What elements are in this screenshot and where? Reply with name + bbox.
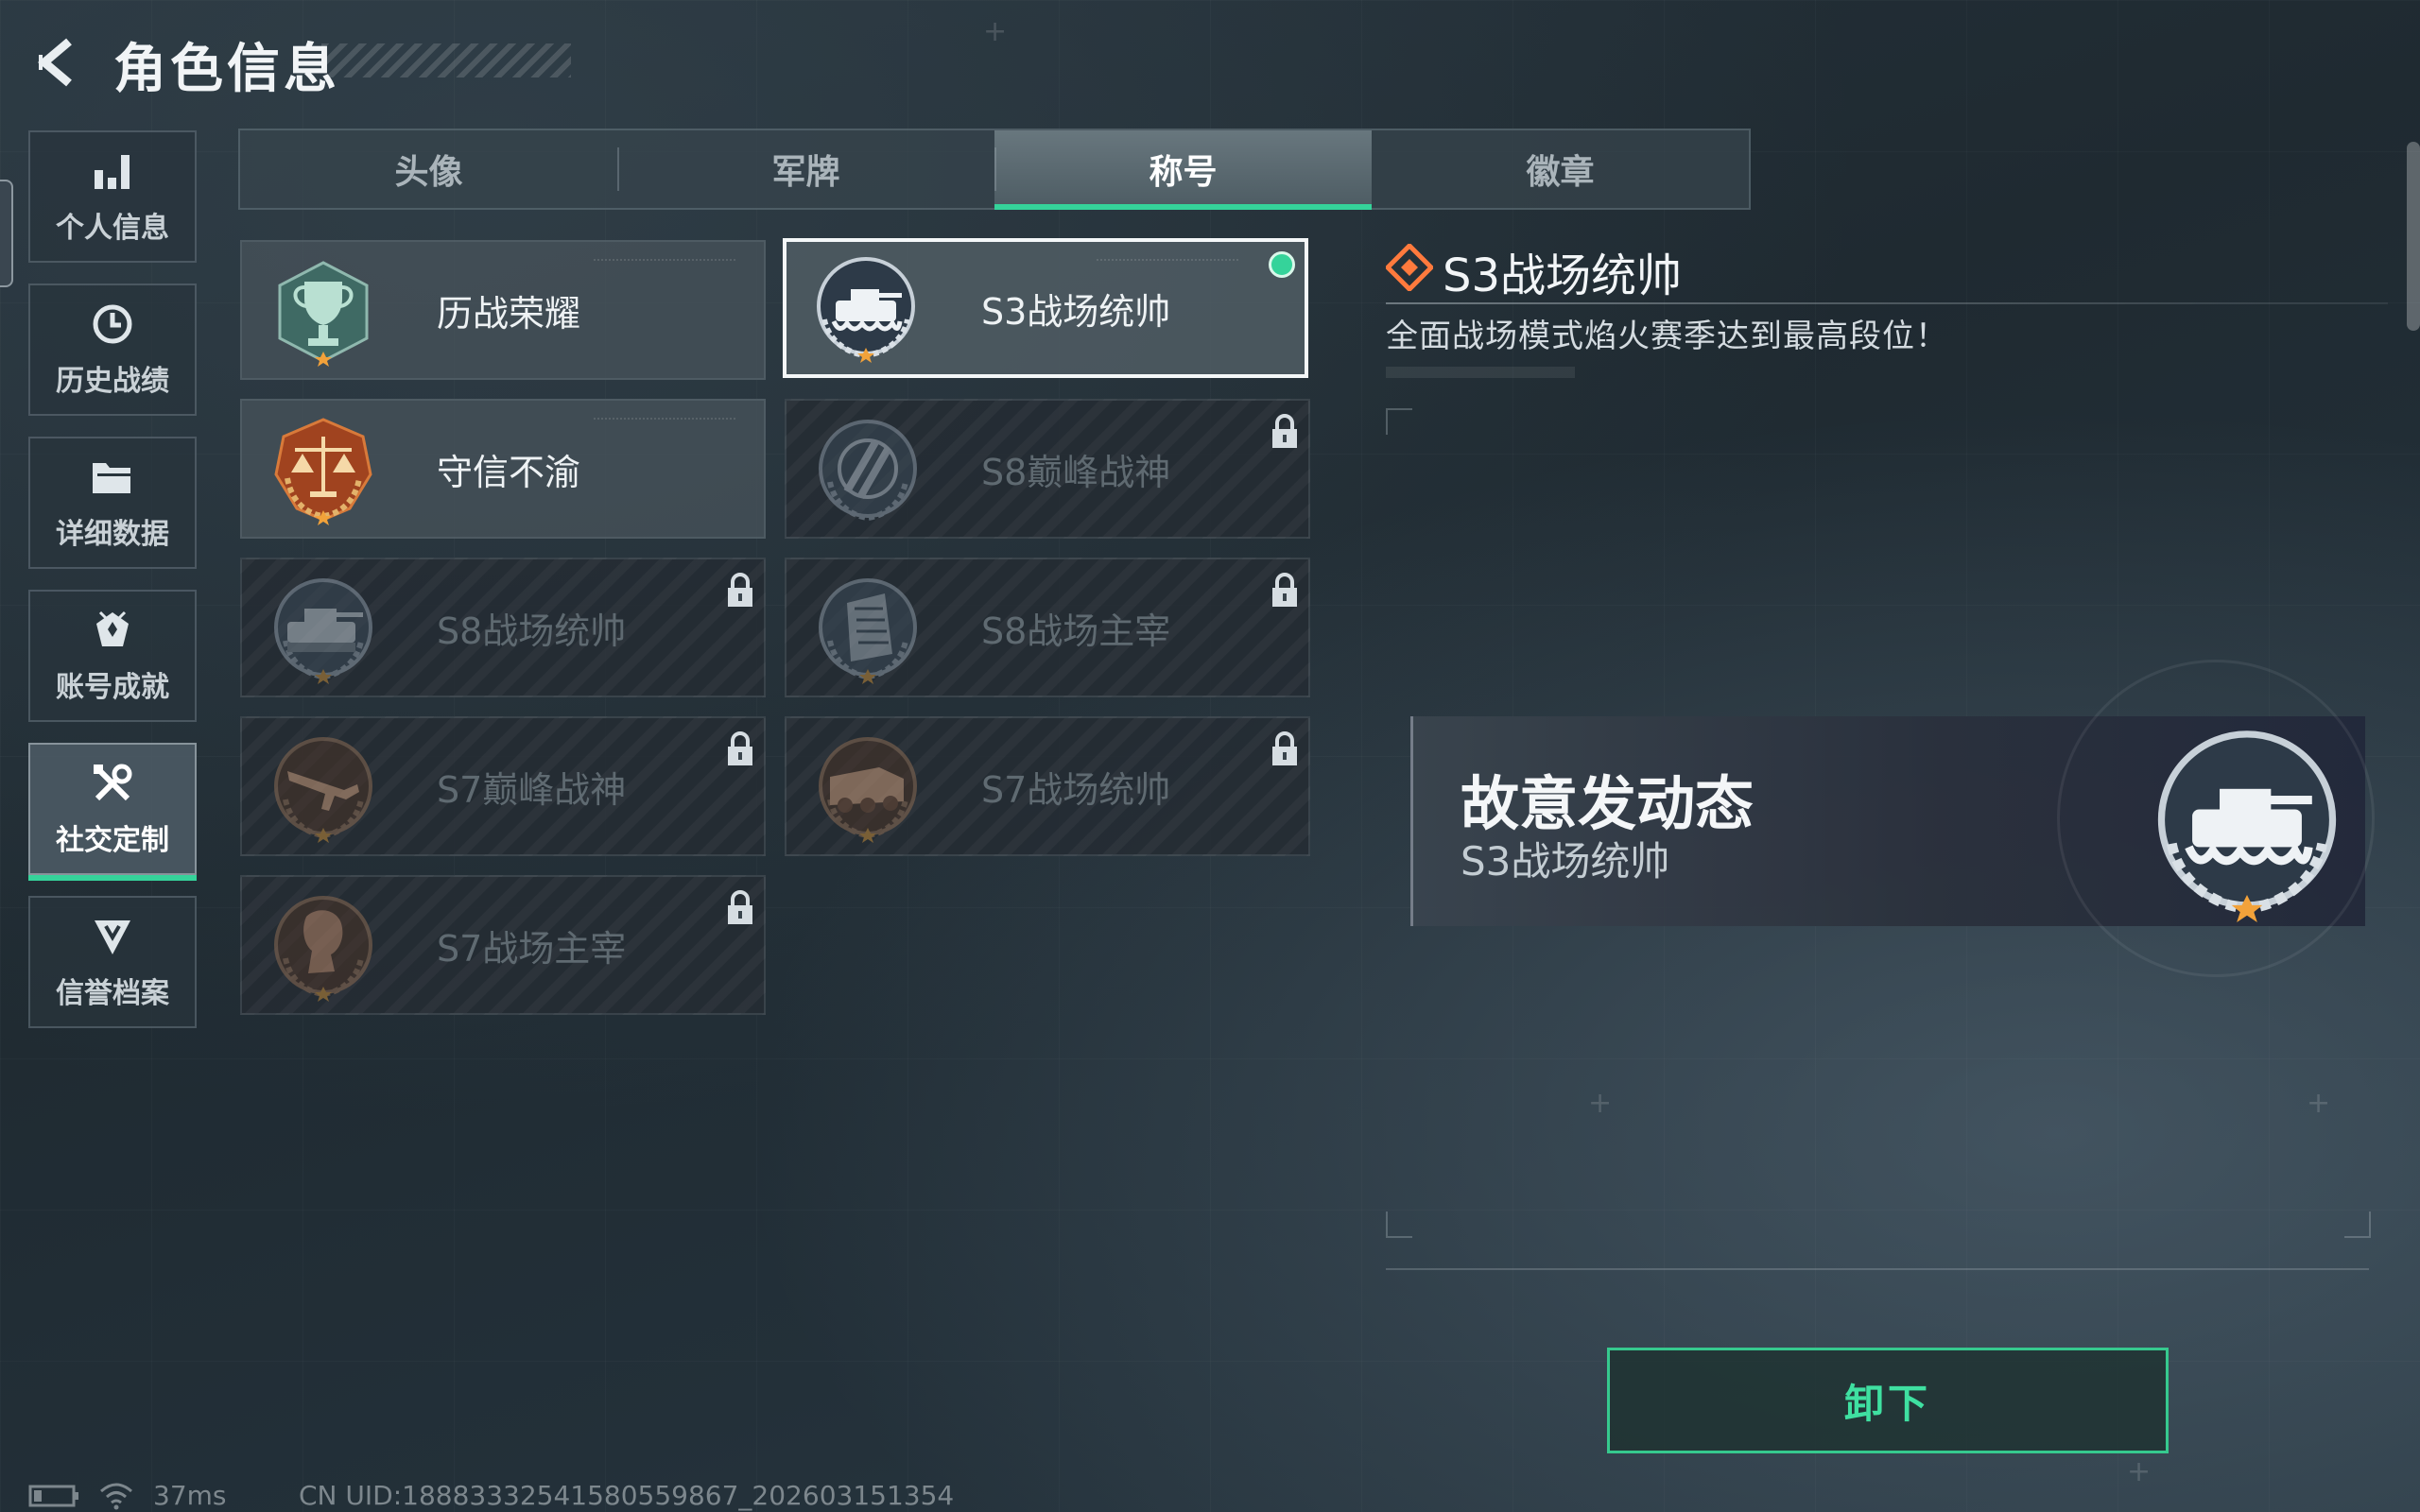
sidebar-item-reputation[interactable]: 信誉档案 <box>28 896 197 1028</box>
rifle-medal-icon <box>274 737 372 843</box>
tank-medal-icon <box>274 578 372 684</box>
vehicle-medal-icon <box>819 737 917 843</box>
tab-title[interactable]: 称号 <box>994 130 1372 210</box>
title-card[interactable]: 历战荣耀 <box>240 240 766 380</box>
title-card-locked[interactable]: S7巅峰战神 <box>240 716 766 856</box>
title-card-locked[interactable]: S7战场统帅 <box>785 716 1310 856</box>
title-card-name: S7战场主宰 <box>437 927 627 970</box>
sidebar-item-label: 信誉档案 <box>56 977 169 1010</box>
detail-description: 全面战场模式焰火赛季达到最高段位！ <box>1386 318 1948 355</box>
sidebar: 个人信息 历史战绩 详细数据 账号成就 社交定制 信誉档案 <box>28 130 200 1049</box>
decor-crosshair: + <box>2127 1455 2152 1488</box>
uid-text: CN UID:18883332541580559867_202603151354 <box>299 1480 955 1511</box>
unequip-button[interactable]: 卸下 <box>1607 1348 2169 1453</box>
trophy-medal-icon <box>278 261 369 367</box>
sidebar-item-achievements[interactable]: 账号成就 <box>28 590 197 722</box>
sidebar-item-label: 社交定制 <box>56 824 169 857</box>
battery-icon <box>28 1485 78 1506</box>
preview-player-name: 故意发动态 <box>1461 769 1754 838</box>
building-medal-icon <box>819 578 917 684</box>
sidebar-item-social-custom[interactable]: 社交定制 <box>28 743 197 881</box>
decor-crosshair: + <box>2307 1087 2331 1120</box>
tools-icon <box>89 760 136 807</box>
diamond-icon <box>1386 244 1433 291</box>
sidebar-item-label: 历史战绩 <box>56 365 169 398</box>
equipped-indicator <box>1269 251 1295 278</box>
title-card-name: S3战场统帅 <box>981 290 1171 333</box>
tank-medal-icon <box>817 257 915 363</box>
lock-icon <box>1272 731 1297 765</box>
card-decor-line <box>594 418 735 423</box>
scrollbar[interactable] <box>2407 142 2420 331</box>
title-card-name: 守信不渝 <box>437 451 581 493</box>
clock-icon <box>89 301 136 348</box>
title-card-locked[interactable]: S8战场统帅 <box>240 558 766 697</box>
soldier-medal-icon <box>274 896 372 1002</box>
frame-corner <box>1386 408 1412 435</box>
lock-icon <box>728 573 752 607</box>
card-decor-line <box>594 259 735 265</box>
sidebar-item-detailed-data[interactable]: 详细数据 <box>28 437 197 569</box>
decor-crosshair: + <box>983 15 1008 48</box>
title-card-name: S8战场统帅 <box>437 610 627 652</box>
preview-title: S3战场统帅 <box>1461 838 1670 885</box>
lock-icon <box>1272 414 1297 448</box>
detail-title: S3战场统帅 <box>1443 249 1683 302</box>
tab-avatar[interactable]: 头像 <box>240 130 617 208</box>
title-card-name: S7巅峰战神 <box>437 768 627 811</box>
tab-bar: 头像 军牌 称号 徽章 <box>238 129 1751 210</box>
back-arrow-icon <box>38 38 72 87</box>
title-decor-stripe <box>321 43 571 77</box>
sidebar-item-label: 账号成就 <box>56 671 169 704</box>
folder-icon <box>89 454 136 501</box>
title-card-selected[interactable]: S3战场统帅 <box>783 238 1308 378</box>
tank-medal-icon <box>2157 730 2337 922</box>
back-button[interactable] <box>26 34 93 91</box>
decor-barcode <box>1386 367 1575 378</box>
status-bar: 37ms <box>28 1480 227 1511</box>
title-card-locked[interactable]: S8战场主宰 <box>785 558 1310 697</box>
title-card[interactable]: 守信不渝 <box>240 399 766 539</box>
title-card-name: S8巅峰战神 <box>981 451 1171 493</box>
divider <box>1386 1268 2369 1270</box>
sidebar-item-personal-info[interactable]: 个人信息 <box>28 130 197 263</box>
lock-icon <box>728 890 752 924</box>
tab-badge[interactable]: 徽章 <box>1372 130 1749 208</box>
title-card-locked[interactable]: S7战场主宰 <box>240 875 766 1015</box>
lock-icon <box>1272 573 1297 607</box>
page-title: 角色信息 <box>113 39 340 100</box>
emblem-medal-icon <box>819 420 917 522</box>
wifi-icon <box>100 1483 132 1509</box>
sidebar-item-label: 详细数据 <box>56 518 169 551</box>
ping-value: 37ms <box>153 1480 227 1511</box>
achievement-icon <box>89 607 136 654</box>
title-preview-card: 故意发动态 S3战场统帅 <box>1410 660 2375 977</box>
title-card-name: S7战场统帅 <box>981 768 1171 811</box>
divider <box>1386 302 2388 304</box>
title-card-name: 历战荣耀 <box>437 292 581 335</box>
decor-crosshair: + <box>1588 1087 1613 1120</box>
sidebar-item-label: 个人信息 <box>56 212 169 245</box>
sidebar-item-history[interactable]: 历史战绩 <box>28 284 197 416</box>
frame-corner <box>1386 1211 1412 1238</box>
scales-medal-icon <box>274 418 372 525</box>
lock-icon <box>728 731 752 765</box>
side-drawer-handle[interactable] <box>0 180 13 287</box>
title-card-locked[interactable]: S8巅峰战神 <box>785 399 1310 539</box>
frame-corner <box>2344 1211 2371 1238</box>
title-card-name: S8战场主宰 <box>981 610 1171 652</box>
shield-icon <box>89 913 136 960</box>
tab-dogtag[interactable]: 军牌 <box>617 130 994 208</box>
bar-chart-icon <box>89 147 136 195</box>
